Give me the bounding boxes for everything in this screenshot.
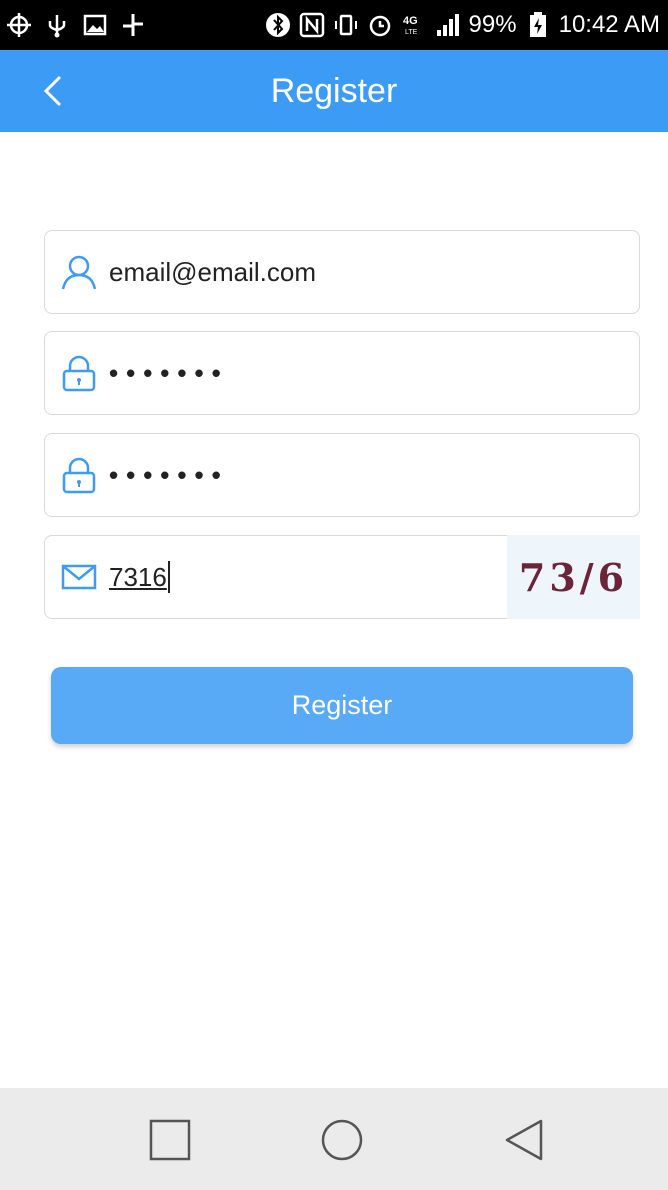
user-icon: [59, 252, 99, 292]
email-field[interactable]: email@email.com: [44, 230, 640, 314]
email-value: email@email.com: [109, 256, 316, 287]
image-icon: [82, 12, 108, 38]
status-right-icons: 4G LTE 99% 10:42 AM: [265, 0, 660, 50]
mail-icon: [59, 557, 99, 597]
register-button[interactable]: Register: [51, 667, 633, 744]
back-nav-button[interactable]: [496, 1112, 552, 1168]
status-bar: 4G LTE 99% 10:42 AM: [0, 0, 668, 50]
app-bar: Register: [0, 50, 668, 132]
alarm-icon: [367, 12, 393, 38]
confirm-password-field[interactable]: •••••••: [44, 433, 640, 517]
sync-icon: [120, 12, 146, 38]
captcha-image[interactable]: 73/6: [507, 535, 640, 619]
lock-icon: [59, 353, 99, 393]
circle-icon: [321, 1119, 363, 1161]
bluetooth-icon: [265, 12, 291, 38]
chevron-left-icon: [43, 75, 62, 107]
text-cursor: [167, 561, 170, 593]
password-field[interactable]: •••••••: [44, 331, 640, 415]
lock-icon: [59, 455, 99, 495]
network-4g-icon: 4G LTE: [401, 12, 427, 38]
gps-icon: [6, 12, 32, 38]
vibrate-icon: [333, 12, 359, 38]
status-left-icons: [6, 0, 146, 50]
page-title: Register: [270, 72, 398, 110]
recent-apps-button[interactable]: [142, 1112, 198, 1168]
password-value: •••••••: [109, 357, 229, 388]
svg-text:LTE: LTE: [405, 29, 418, 36]
svg-text:4G: 4G: [403, 15, 418, 27]
verification-code-field[interactable]: 7316: [44, 535, 508, 619]
clock: 10:42 AM: [558, 11, 660, 38]
navigation-bar: [0, 1088, 668, 1190]
verification-code-value: 7316: [109, 561, 167, 592]
square-icon: [149, 1119, 191, 1161]
signal-icon: [435, 12, 461, 38]
back-button[interactable]: [30, 68, 74, 114]
usb-icon: [44, 12, 70, 38]
battery-charging-icon: [525, 12, 551, 38]
battery-percent: 99%: [468, 11, 517, 38]
home-button[interactable]: [314, 1112, 370, 1168]
nfc-icon: [299, 12, 325, 38]
captcha-text: 73/6: [518, 554, 629, 600]
triangle-back-icon: [505, 1119, 543, 1161]
confirm-password-value: •••••••: [109, 459, 229, 490]
